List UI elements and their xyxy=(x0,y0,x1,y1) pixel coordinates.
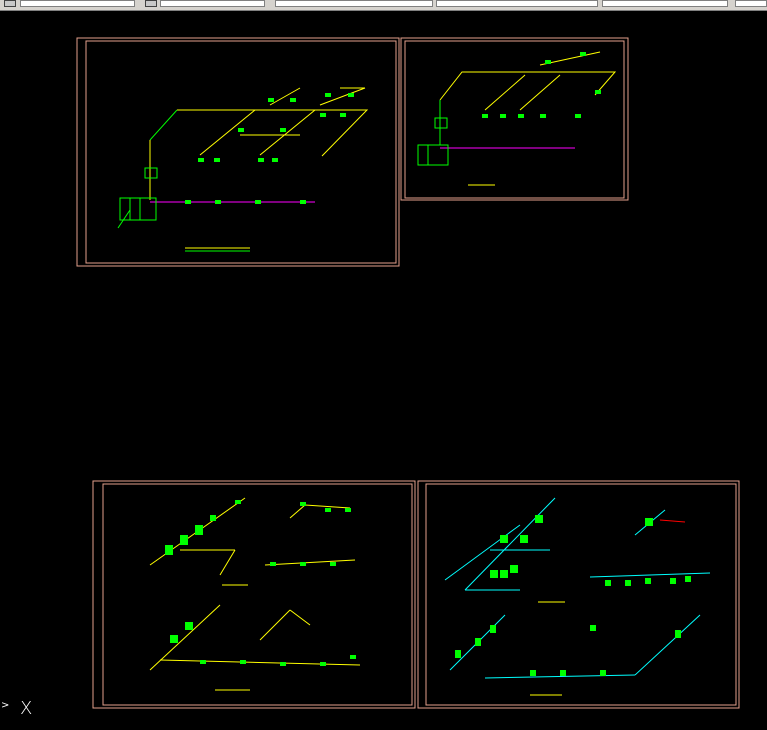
toolbar-field-5[interactable] xyxy=(602,0,728,7)
sheet-inner-frame xyxy=(102,483,413,706)
fittings-2 xyxy=(482,52,601,118)
sheet-bottom-right xyxy=(417,480,740,709)
ucs-arrow: > xyxy=(1,700,10,711)
pipe-isometric-3 xyxy=(149,497,361,671)
pipe-isometric-4 xyxy=(444,497,711,679)
sheet-bottom-left xyxy=(92,480,416,709)
toolbar-field-3[interactable] xyxy=(275,0,433,7)
sheet-inner-frame xyxy=(85,40,397,264)
fittings-3 xyxy=(165,500,356,666)
sheet-inner-frame xyxy=(425,483,737,706)
sheet-top-right xyxy=(400,37,629,201)
sheet-outer-frame xyxy=(76,37,400,267)
equipment-unit-1 xyxy=(119,167,158,221)
properties-icon[interactable] xyxy=(145,0,157,7)
sheet-top-left xyxy=(76,37,400,267)
cad-drawing[interactable] xyxy=(0,10,767,730)
fittings-4 xyxy=(455,515,691,676)
ucs-x-axis-label: X xyxy=(20,698,33,719)
sheet-outer-frame xyxy=(417,480,740,709)
layer-icon[interactable] xyxy=(4,0,16,7)
equipment-unit-2 xyxy=(417,117,449,166)
pipe-isometric-2 xyxy=(439,51,617,149)
sheet-inner-frame xyxy=(404,40,625,199)
toolbar-field-4[interactable] xyxy=(436,0,598,7)
pipe-isometric-1 xyxy=(117,87,369,229)
toolbar-field-6[interactable] xyxy=(735,0,767,7)
drawing-canvas[interactable]: > X xyxy=(0,10,767,730)
sheet-outer-frame xyxy=(92,480,416,709)
toolbar-field-1[interactable] xyxy=(20,0,135,7)
toolbar-field-2[interactable] xyxy=(160,0,265,7)
